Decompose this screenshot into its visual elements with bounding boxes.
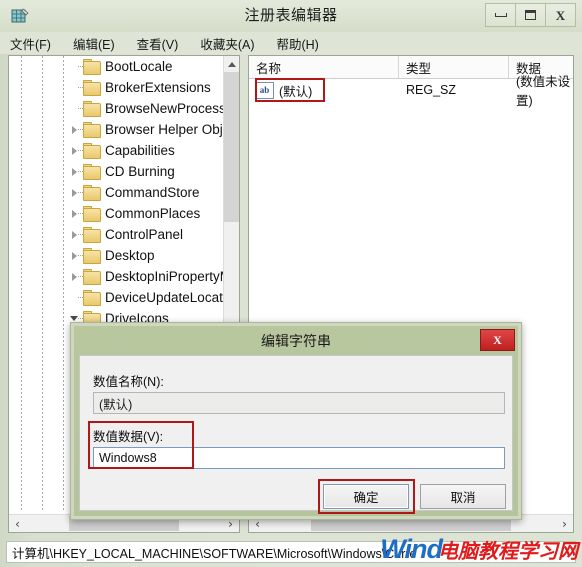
folder-icon [83,205,101,222]
value-data-cell: (数值未设置) [516,75,571,108]
menu-bar: 文件(F) 编辑(E) 查看(V) 收藏夹(A) 帮助(H) [0,32,582,54]
folder-icon [83,142,101,159]
chevron-right-icon [72,189,77,197]
folder-icon [83,58,101,75]
tree-expander[interactable] [69,161,83,182]
chevron-down-icon [70,316,78,321]
tree-node[interactable]: BrokerExtensions [9,77,225,98]
tree-node-label: ControlPanel [105,227,184,242]
tree-expander[interactable] [69,182,83,203]
dialog-body: 数值名称(N): (默认) 数值数据(V): Windows8 确定 取消 [79,355,513,514]
tree-node-label: CommandStore [105,185,200,200]
caret-up-icon [227,61,236,67]
scroll-up-button[interactable] [224,56,239,72]
tree-expander[interactable] [69,224,83,245]
maximize-icon [525,10,536,20]
tree-node[interactable]: DesktopIniPropertyMap [9,266,225,287]
maximize-button[interactable] [515,3,545,27]
folder-icon [83,268,101,285]
tree-expander[interactable] [69,203,83,224]
folder-icon [83,226,101,243]
tree-node-label: BrowseNewProcess [105,101,225,116]
cancel-button[interactable]: 取消 [420,484,506,509]
menu-item-edit[interactable]: 编辑(E) [73,34,115,53]
value-type-cell: REG_SZ [406,83,457,97]
tree-node[interactable]: Desktop [9,245,225,266]
tree-node-label: DesktopIniPropertyMap [105,269,225,284]
tree-expander[interactable] [69,77,83,98]
tree-node-label: CommonPlaces [105,206,201,221]
column-header-name[interactable]: 名称 [249,56,399,78]
tree-expander[interactable] [69,119,83,140]
registry-editor-window: 注册表编辑器 X 文件(F) 编辑(E) 查看(V) 收藏夹(A) 帮助(H) … [0,0,582,567]
tree-node[interactable]: CommandStore [9,182,225,203]
tree-node-label: BrokerExtensions [105,80,211,95]
tree-node[interactable]: ControlPanel [9,224,225,245]
tree-node-label: BootLocale [105,59,173,74]
dialog-close-button[interactable]: X [480,329,515,351]
chevron-right-icon [72,210,77,218]
folder-icon [83,163,101,180]
chevron-right-icon [72,231,77,239]
value-name-input[interactable]: (默认) [93,392,505,414]
folder-icon [83,79,101,96]
value-name-label: 数值名称(N): [93,375,164,389]
folder-icon [83,121,101,138]
scroll-left-button[interactable]: ‹ [9,515,26,532]
ok-button[interactable]: 确定 [323,484,409,509]
tree-expander[interactable] [69,56,83,77]
chevron-right-icon [72,126,77,134]
chevron-right-icon [72,252,77,260]
window-controls: X [485,3,576,27]
tree-node-label: DeviceUpdateLocations [105,290,225,305]
value-name-cell[interactable]: ab (默认) [249,81,399,100]
tree-expander[interactable] [69,140,83,161]
tree-expander[interactable] [69,287,83,308]
tree-node[interactable]: DeviceUpdateLocations [9,287,225,308]
registry-path-text: 计算机\HKEY_LOCAL_MACHINE\SOFTWARE\Microsof… [12,546,417,561]
tree-node[interactable]: Capabilities [9,140,225,161]
tree-node[interactable]: BrowseNewProcess [9,98,225,119]
menu-item-view[interactable]: 查看(V) [137,34,179,53]
value-name-text: (默认) [279,84,313,99]
tree-node[interactable]: Browser Helper Objects [9,119,225,140]
tree-node[interactable]: BootLocale [9,56,225,77]
column-header-type[interactable]: 类型 [399,56,509,78]
value-data-label: 数值数据(V): [93,430,164,444]
chevron-right-icon [72,147,77,155]
tree-node[interactable]: CD Burning [9,161,225,182]
table-row[interactable]: ab (默认) REG_SZ (数值未设置) [249,75,573,108]
tree-expander[interactable] [69,245,83,266]
chevron-right-icon [72,168,77,176]
tree-node[interactable]: CommonPlaces [9,203,225,224]
close-icon: X [555,7,566,23]
chevron-right-icon [72,273,77,281]
close-button[interactable]: X [545,3,576,27]
title-bar: 注册表编辑器 X [0,0,582,32]
scroll-right-button[interactable]: › [556,515,573,532]
folder-icon [83,184,101,201]
value-data-input[interactable]: Windows8 [93,447,505,469]
minimize-icon [494,13,507,17]
dialog-frame: 编辑字符串 X 数值名称(N): (默认) 数值数据(V): Windows8 … [74,326,518,516]
tree-node-label: Browser Helper Objects [105,122,225,137]
minimize-button[interactable] [485,3,515,27]
menu-item-file[interactable]: 文件(F) [10,34,51,53]
status-bar: 计算机\HKEY_LOCAL_MACHINE\SOFTWARE\Microsof… [6,541,576,563]
tree-expander[interactable] [69,266,83,287]
edit-string-dialog: 编辑字符串 X 数值名称(N): (默认) 数值数据(V): Windows8 … [70,322,522,520]
folder-icon [83,289,101,306]
dialog-title: 编辑字符串 [261,332,331,349]
tree-node-label: Desktop [105,248,155,263]
menu-item-help[interactable]: 帮助(H) [276,34,318,53]
folder-icon [83,100,101,117]
tree-expander[interactable] [69,98,83,119]
tree-node-label: Capabilities [105,143,175,158]
tree-node-label: CD Burning [105,164,175,179]
menu-item-favorites[interactable]: 收藏夹(A) [200,34,254,53]
string-value-ab-icon: ab [255,81,274,99]
folder-icon [83,247,101,264]
close-icon: X [493,332,502,347]
scrollbar-thumb[interactable] [224,72,239,222]
